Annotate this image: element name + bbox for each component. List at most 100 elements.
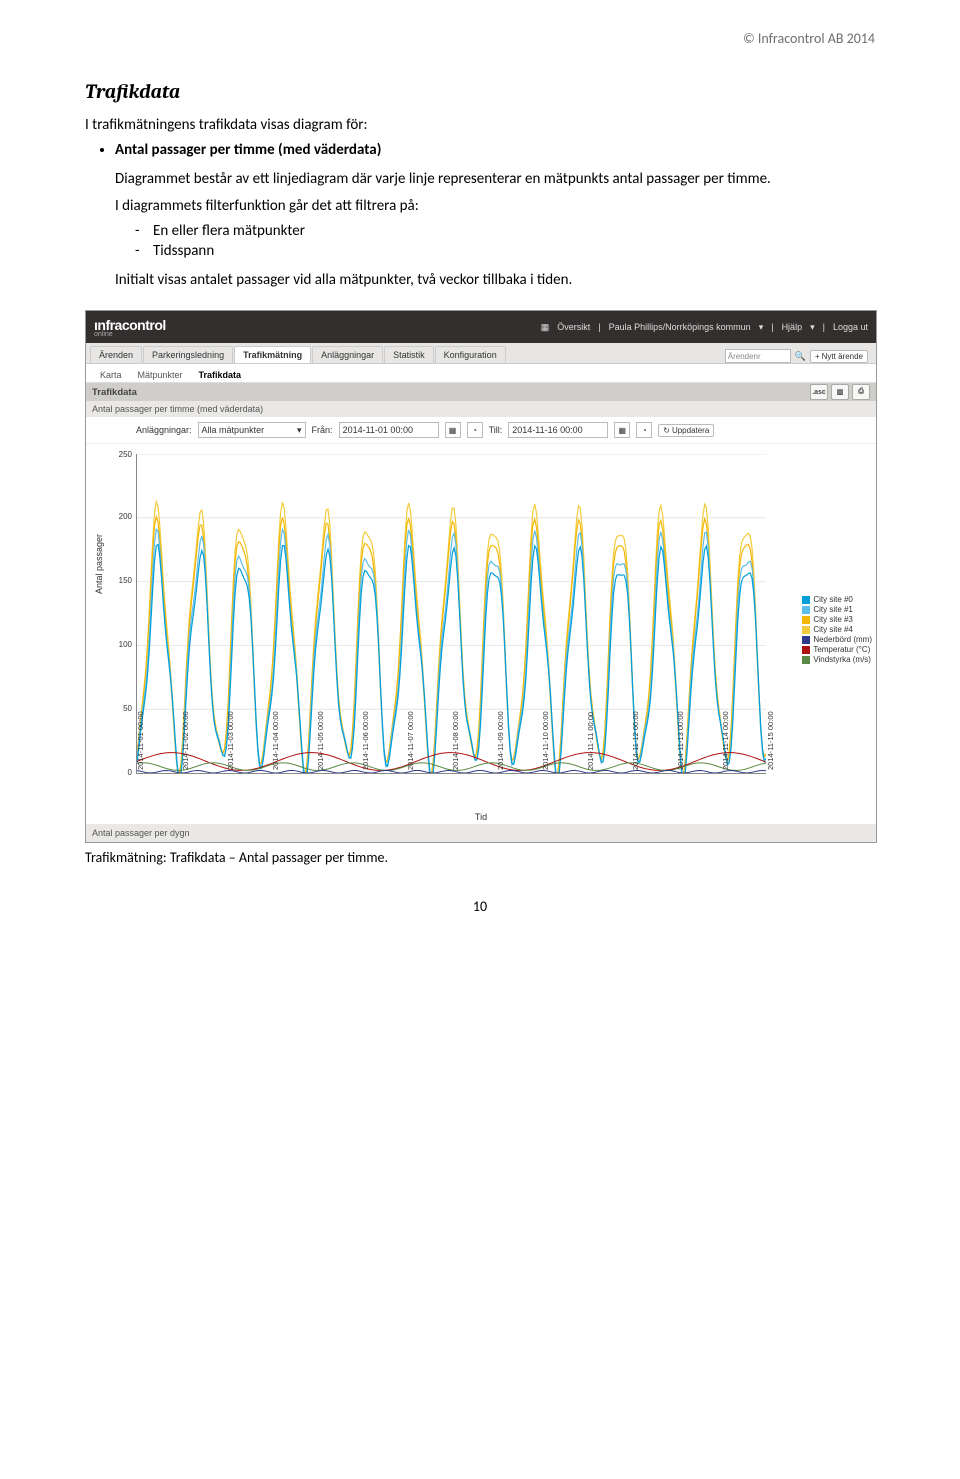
topnav-logout[interactable]: Logga ut — [833, 322, 868, 332]
subtab-karta[interactable]: Karta — [92, 368, 130, 382]
legend-label: City site #0 — [813, 595, 853, 604]
paragraph: Diagrammet består av ett linjediagram dä… — [115, 169, 875, 189]
dash-item: Tidsspann — [153, 242, 875, 260]
chevron-down-icon[interactable]: ▾ — [759, 322, 764, 333]
legend-label: Vindstyrka (m/s) — [813, 655, 871, 664]
copyright-text: © Infracontrol AB 2014 — [743, 30, 875, 47]
button-label: Nytt ärende — [822, 352, 863, 361]
grid-icon[interactable]: ▦ — [541, 322, 550, 333]
topnav-help[interactable]: Hjälp — [782, 322, 803, 332]
x-tick: 2014-11-07 00:00 — [406, 711, 415, 770]
x-tick: 2014-11-14 00:00 — [721, 711, 730, 770]
placeholder-text: Ärendenr — [728, 352, 761, 361]
x-tick: 2014-11-10 00:00 — [541, 711, 550, 770]
print-button[interactable]: ⎙ — [852, 384, 870, 400]
legend-item: City site #3 — [802, 615, 872, 624]
legend-swatch — [802, 606, 810, 614]
bullet-item: Antal passager per timme (med väderdata) — [115, 141, 875, 159]
tab-trafikmatning[interactable]: Trafikmätning — [234, 346, 311, 363]
x-tick: 2014-11-09 00:00 — [496, 711, 505, 770]
bullet-title: Antal passager per timme (med väderdata) — [115, 141, 381, 159]
legend-label: City site #4 — [813, 625, 853, 634]
topnav-overview[interactable]: Översikt — [557, 322, 590, 332]
paragraph: Initialt visas antalet passager vid alla… — [115, 270, 875, 290]
sites-select[interactable]: Alla mätpunkter ▾ — [198, 422, 306, 438]
x-tick: 2014-11-03 00:00 — [226, 711, 235, 770]
y-tick: 50 — [112, 704, 132, 713]
x-tick: 2014-11-15 00:00 — [766, 711, 775, 770]
x-tick: 2014-11-12 00:00 — [631, 711, 640, 770]
legend-label: City site #1 — [813, 605, 853, 614]
topnav-user[interactable]: Paula Phillips/Norrköpings kommun — [609, 322, 751, 332]
topbar: ınfracontrol online ▦ Översikt | Paula P… — [86, 311, 876, 343]
y-tick: 0 — [112, 768, 132, 777]
refresh-icon: ↻ — [663, 426, 670, 435]
filter-label-anl: Anläggningar: — [136, 425, 192, 435]
legend-swatch — [802, 656, 810, 664]
main-tabs: Ärenden Parkeringsledning Trafikmätning … — [86, 343, 876, 364]
legend-item: Temperatur (°C) — [802, 645, 872, 654]
page-number: 10 — [85, 898, 875, 915]
legend-swatch — [802, 616, 810, 624]
from-date-input[interactable]: 2014-11-01 00:00 — [339, 422, 439, 438]
x-axis-label: Tid — [475, 812, 487, 822]
legend-item: City site #1 — [802, 605, 872, 614]
legend-item: City site #0 — [802, 595, 872, 604]
divider: | — [771, 322, 773, 332]
dash-item: En eller flera mätpunkter — [153, 222, 875, 240]
tab-parkering[interactable]: Parkeringsledning — [143, 346, 233, 363]
legend-item: Nederbörd (mm) — [802, 635, 872, 644]
legend-item: City site #4 — [802, 625, 872, 634]
tab-statistik[interactable]: Statistik — [384, 346, 434, 363]
subtab-trafikdata[interactable]: Trafikdata — [191, 368, 250, 382]
clock-icon[interactable]: ◔ — [636, 422, 652, 438]
x-tick: 2014-11-13 00:00 — [676, 711, 685, 770]
filter-bar: Anläggningar: Alla mätpunkter ▾ Från: 201… — [86, 417, 876, 444]
subtab-matpunkter[interactable]: Mätpunkter — [130, 368, 191, 382]
filter-label-from: Från: — [312, 425, 333, 435]
x-tick: 2014-11-01 00:00 — [136, 711, 145, 770]
legend-item: Vindstyrka (m/s) — [802, 655, 872, 664]
to-date-input[interactable]: 2014-11-16 00:00 — [508, 422, 608, 438]
x-tick: 2014-11-11 00:00 — [586, 712, 595, 770]
legend-swatch — [802, 626, 810, 634]
chevron-down-icon[interactable]: ▾ — [810, 322, 815, 333]
y-tick: 200 — [112, 512, 132, 521]
legend-swatch — [802, 646, 810, 654]
figure-caption: Trafikmätning: Trafikdata – Antal passag… — [85, 849, 875, 868]
calendar-icon[interactable]: ▦ — [445, 422, 461, 438]
x-tick: 2014-11-02 00:00 — [181, 711, 190, 770]
section-title: Trafikdata — [92, 387, 137, 398]
divider: | — [823, 322, 825, 332]
x-tick: 2014-11-04 00:00 — [271, 711, 280, 770]
y-axis-label: Antal passager — [94, 534, 104, 594]
section-header-bar: Trafikdata .asc ▥ ⎙ — [86, 383, 876, 401]
tab-konfiguration[interactable]: Konfiguration — [435, 346, 506, 363]
x-tick: 2014-11-08 00:00 — [451, 711, 460, 770]
y-tick: 100 — [112, 640, 132, 649]
x-tick: 2014-11-05 00:00 — [316, 711, 325, 770]
legend-label: Temperatur (°C) — [813, 645, 870, 654]
chart-area: Antal passager Tid 0 50 100 15 — [86, 444, 876, 824]
intro-text: I trafikmätningens trafikdata visas diag… — [85, 115, 875, 135]
chart-title-bar: Antal passager per timme (med väderdata) — [86, 401, 876, 417]
y-tick: 250 — [112, 450, 132, 459]
export-asc-button[interactable]: .asc — [810, 384, 828, 400]
legend-swatch — [802, 596, 810, 604]
ticket-search-input[interactable]: Ärendenr — [725, 349, 791, 363]
tab-anlaggningar[interactable]: Anläggningar — [312, 346, 383, 363]
legend-label: Nederbörd (mm) — [813, 635, 872, 644]
update-button[interactable]: ↻Uppdatera — [658, 424, 714, 437]
chevron-down-icon: ▾ — [297, 425, 302, 436]
tab-arenden[interactable]: Ärenden — [90, 346, 142, 363]
select-value: Alla mätpunkter — [202, 425, 265, 435]
clock-icon[interactable]: ◔ — [467, 422, 483, 438]
calendar-icon[interactable]: ▦ — [614, 422, 630, 438]
new-ticket-button[interactable]: +Nytt ärende — [810, 350, 868, 363]
export-excel-button[interactable]: ▥ — [831, 384, 849, 400]
search-icon[interactable]: 🔍 — [795, 351, 806, 362]
legend-label: City site #3 — [813, 615, 853, 624]
legend-swatch — [802, 636, 810, 644]
app-screenshot: ınfracontrol online ▦ Översikt | Paula P… — [85, 310, 877, 843]
divider: | — [598, 322, 600, 332]
